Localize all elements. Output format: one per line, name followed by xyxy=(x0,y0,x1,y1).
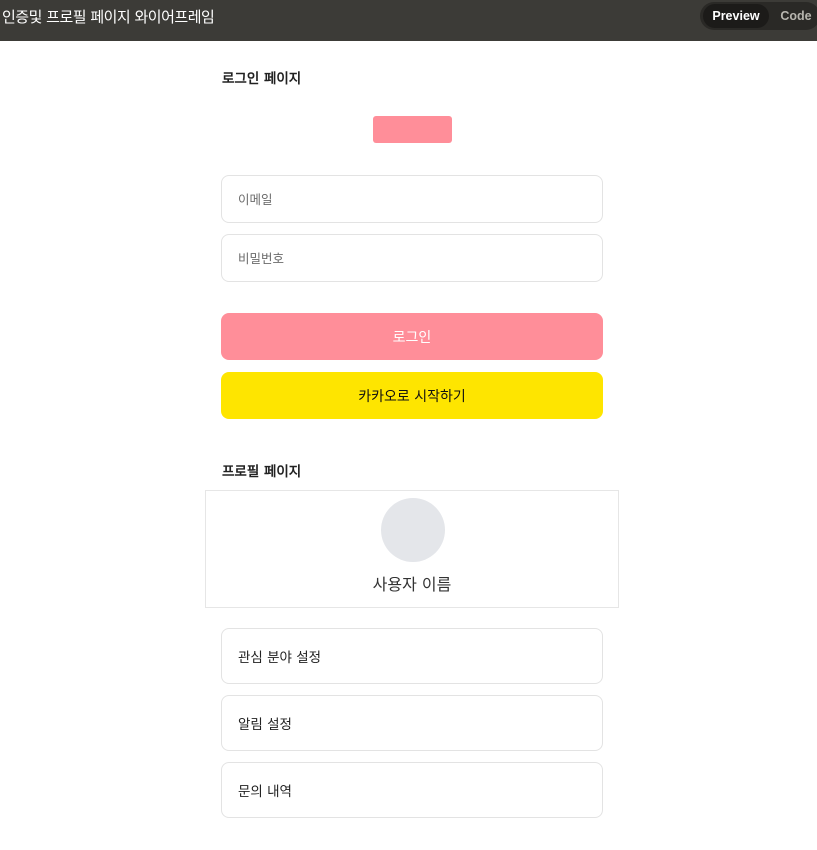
window-title: 인증및 프로필 페이지 와이어프레임 xyxy=(2,8,215,26)
avatar xyxy=(381,498,445,562)
profile-section-title: 프로필 페이지 xyxy=(222,464,302,480)
logo-placeholder xyxy=(373,116,452,143)
menu-item-inquiries[interactable]: 문의 내역 xyxy=(221,762,603,818)
login-button[interactable]: 로그인 xyxy=(221,313,603,360)
top-bar: 인증및 프로필 페이지 와이어프레임 Preview Code xyxy=(0,0,817,41)
menu-item-notifications[interactable]: 알림 설정 xyxy=(221,695,603,751)
menu-item-label: 문의 내역 xyxy=(238,784,292,800)
preview-tab[interactable]: Preview xyxy=(703,4,769,28)
menu-item-label: 관심 분야 설정 xyxy=(238,650,322,666)
code-tab[interactable]: Code xyxy=(774,4,817,28)
email-field[interactable] xyxy=(221,175,603,223)
menu-item-interests[interactable]: 관심 분야 설정 xyxy=(221,628,603,684)
menu-item-label: 알림 설정 xyxy=(238,717,292,733)
kakao-login-button[interactable]: 카카오로 시작하기 xyxy=(221,372,603,419)
profile-card: 사용자 이름 xyxy=(205,490,619,608)
password-field[interactable] xyxy=(221,234,603,282)
view-toggle[interactable]: Preview Code xyxy=(700,2,817,30)
login-section-title: 로그인 페이지 xyxy=(222,71,302,87)
username: 사용자 이름 xyxy=(372,575,452,594)
